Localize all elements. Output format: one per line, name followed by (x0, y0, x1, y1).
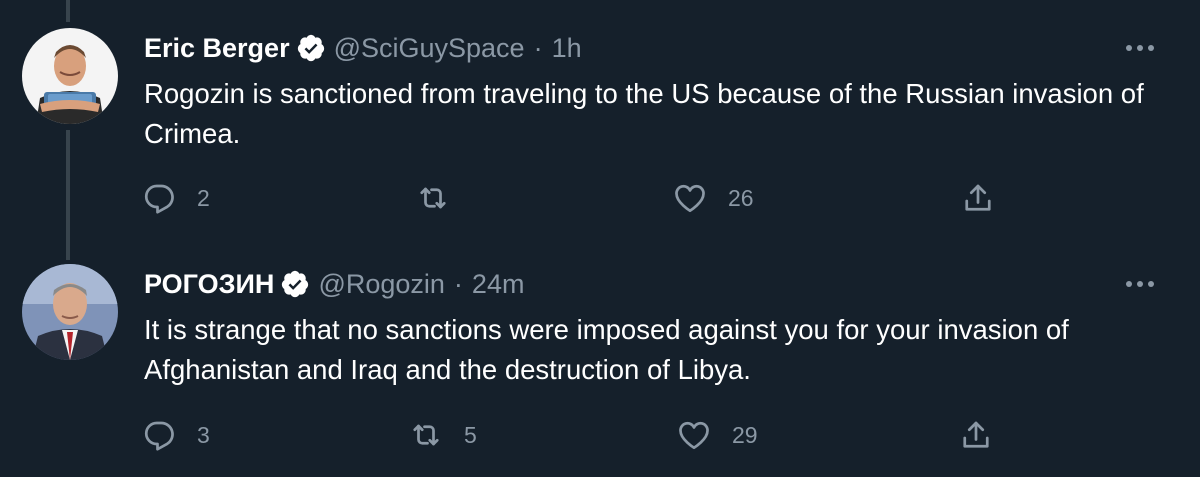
like-button[interactable]: 26 (672, 178, 754, 218)
tweet-actions: 3 5 29 (0, 415, 1200, 455)
reply-count: 2 (197, 184, 210, 211)
avatar-image (22, 264, 118, 360)
tweet-text: Rogozin is sanctioned from traveling to … (144, 78, 1144, 149)
author-name[interactable]: Eric Berger (144, 31, 290, 65)
like-count: 29 (732, 421, 758, 448)
reply-count: 3 (197, 421, 210, 448)
reply-button[interactable]: 3 (141, 415, 210, 455)
heart-icon (672, 180, 708, 216)
reply-icon (141, 417, 177, 453)
retweet-icon (408, 417, 444, 453)
retweet-button[interactable] (415, 178, 471, 218)
retweet-count: 5 (464, 421, 477, 448)
separator-dot: · (453, 269, 463, 299)
reply-button[interactable]: 2 (141, 178, 210, 218)
tweet[interactable]: РОГОЗИН @Rogozin · 24m It is strange tha… (0, 240, 1200, 477)
share-button[interactable] (958, 415, 994, 455)
timestamp[interactable]: 24m (472, 267, 525, 301)
share-icon (958, 417, 994, 453)
more-dots-icon (1126, 45, 1154, 51)
avatar-image (22, 28, 118, 124)
tweet[interactable]: Eric Berger @SciGuySpace · 1h Rogozin is… (0, 0, 1200, 240)
tweet-text: It is strange that no sanctions were imp… (144, 314, 1069, 385)
more-options-button[interactable] (1120, 264, 1160, 304)
like-button[interactable]: 29 (676, 415, 758, 455)
separator-dot: · (533, 33, 543, 63)
tweet-header: Eric Berger @SciGuySpace · 1h (144, 31, 582, 65)
retweet-icon (415, 180, 451, 216)
share-icon (960, 180, 996, 216)
share-button[interactable] (960, 178, 996, 218)
tweet-header: РОГОЗИН @Rogozin · 24m (144, 267, 524, 301)
more-options-button[interactable] (1120, 28, 1160, 68)
timestamp[interactable]: 1h (552, 31, 582, 65)
avatar[interactable] (22, 28, 118, 124)
tweet-actions: 2 26 (0, 178, 1200, 218)
reply-icon (141, 180, 177, 216)
verified-badge-icon (296, 33, 326, 63)
avatar[interactable] (22, 264, 118, 360)
retweet-button[interactable]: 5 (408, 415, 477, 455)
like-count: 26 (728, 184, 754, 211)
more-dots-icon (1126, 281, 1154, 287)
verified-badge-icon (280, 269, 310, 299)
heart-icon (676, 417, 712, 453)
author-handle[interactable]: @Rogozin (318, 267, 444, 301)
author-name[interactable]: РОГОЗИН (144, 267, 274, 301)
author-handle[interactable]: @SciGuySpace (334, 31, 525, 65)
